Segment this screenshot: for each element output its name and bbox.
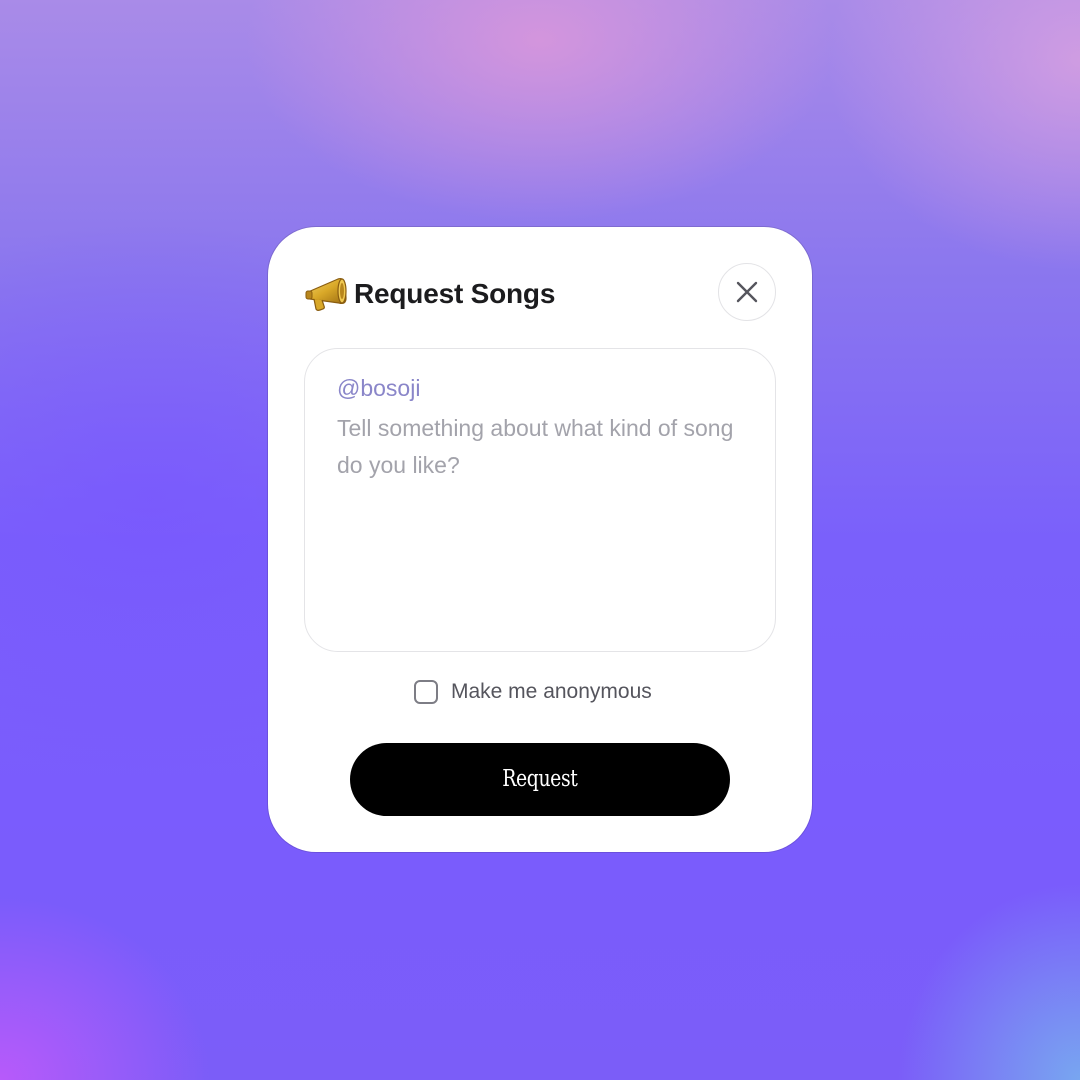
megaphone-icon bbox=[304, 276, 350, 312]
anonymous-checkbox[interactable] bbox=[414, 680, 438, 704]
close-icon bbox=[736, 281, 758, 303]
mention-tag: @bosoji bbox=[337, 375, 421, 401]
close-button[interactable] bbox=[718, 263, 776, 321]
request-songs-dialog: Request Songs @bosoji Tell something abo… bbox=[268, 227, 812, 852]
request-button[interactable]: Request bbox=[350, 743, 730, 816]
textarea-placeholder: Tell something about what kind of song d… bbox=[337, 415, 734, 478]
song-request-textarea[interactable]: @bosoji Tell something about what kind o… bbox=[304, 348, 776, 652]
anonymous-label: Make me anonymous bbox=[451, 680, 652, 703]
request-button-label: Request bbox=[502, 766, 578, 792]
dialog-header: Request Songs bbox=[304, 263, 776, 323]
dialog-title: Request Songs bbox=[354, 278, 556, 309]
